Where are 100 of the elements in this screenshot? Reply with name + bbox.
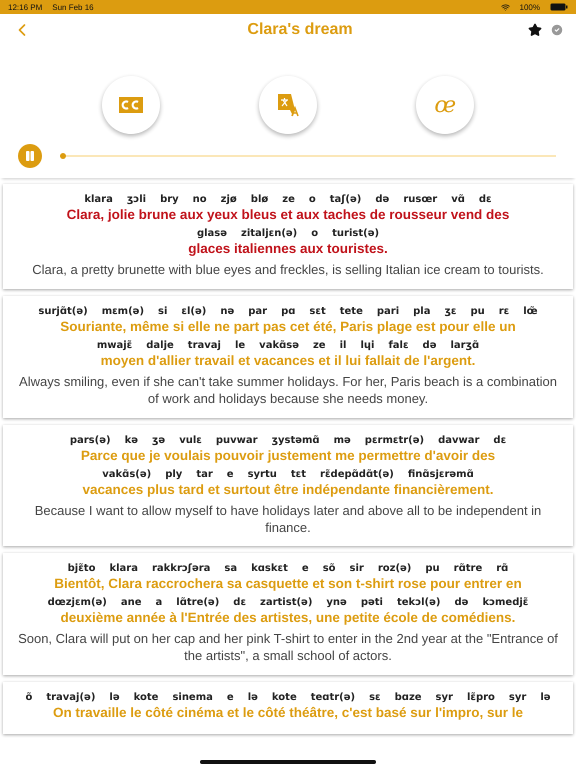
phonetic-word: teɑtr(ə): [310, 692, 356, 704]
phonetic-word: lə: [248, 692, 258, 704]
phonetic-word: le: [234, 340, 246, 351]
phonetic-word: õ: [25, 692, 32, 704]
phonetic-word: puvwar: [216, 434, 258, 446]
phonetic-word: sa: [224, 563, 238, 574]
phonetic-word: dɛ: [493, 434, 506, 446]
phonetic-word: vakɑ̃s(ə): [102, 468, 152, 480]
phonetic-word: pari: [376, 306, 400, 317]
phonetic-word: syr: [508, 692, 526, 704]
sentence-card[interactable]: õ travaj(ə) lə kote sinema e lə kote teɑtr(ə) sɛ bɑze syr lɛ̃pro syr lə On travaille le côté cinéma et le côté théâtre, c'est basé sur l'impro, sur le: [3, 682, 573, 734]
phonetic-word: larʒɑ̃: [450, 340, 480, 351]
phonetic-word: mwajɛ̃: [96, 340, 132, 351]
phonetic-word: mə: [334, 434, 351, 446]
phonetic-word: kɑskɛt: [251, 563, 288, 574]
wifi-icon: [500, 2, 510, 12]
phonetic-word: surjɑ̃t(ə): [38, 306, 88, 317]
phonetic-word: kote: [134, 692, 158, 704]
english-translation: Always smiling, even if she can't take summer holidays. For her, Paris beach is a combination of work and holidays because she needs money.: [18, 374, 558, 408]
phonetic-word: e: [302, 563, 309, 574]
phonetic-word: kɔmedjɛ̃: [482, 597, 528, 608]
phonetic-word: dɛ: [233, 597, 246, 608]
phonetic-word: rɑ̃: [496, 563, 508, 574]
phonetic-word: falɛ: [388, 340, 409, 351]
phonetic-word: bry: [160, 194, 179, 205]
battery-icon: [550, 3, 568, 11]
favorite-button[interactable]: [528, 23, 542, 37]
phonetic-word: e: [226, 692, 234, 704]
phonetic-word: davwar: [438, 434, 480, 446]
check-circle-icon: [550, 23, 564, 37]
phonetic-word: syr: [436, 692, 453, 704]
sentence-card[interactable]: [3, 424, 573, 546]
french-sentence: deuxième année à l'Entrée des artistes, une petite école de comédiens.: [60, 610, 516, 626]
phonetic-word: dɛ: [478, 194, 492, 205]
phonetic-word: ze: [282, 194, 295, 205]
phonetic-word: roz(ə): [378, 563, 412, 574]
phonetic-word: a: [156, 597, 162, 608]
phonetic-word: finɑ̃sjɛrəmɑ̃: [408, 468, 474, 480]
french-sentence: glaces italiennes aux touristes.: [188, 241, 388, 256]
captions-button[interactable]: [102, 76, 160, 134]
phonetic-word: sõ: [322, 563, 336, 574]
status-time: 12:16 PM: [8, 2, 42, 12]
battery-level: 100%: [520, 2, 540, 12]
translate-button[interactable]: [258, 76, 317, 134]
status-date: Sun Feb 16: [52, 2, 94, 12]
phonetic-word: tete: [340, 306, 363, 317]
phonetic-word: klara: [109, 563, 138, 574]
phonetic-word: lœ̃: [523, 306, 538, 317]
phonetic-word: glasə: [196, 228, 228, 239]
french-sentence: moyen d'allier travail et vacances et il lui fallait de l'argent.: [100, 352, 476, 368]
phonetic-word: pars(ə): [70, 434, 111, 446]
phonetic-word: ply: [165, 468, 182, 480]
phonetic-word: ʒə: [152, 434, 166, 446]
phonetic-word: ʒɔli: [126, 194, 146, 205]
phonetic-word: klara: [84, 194, 113, 205]
slider-thumb[interactable]: [60, 153, 66, 159]
pause-icon: [24, 150, 36, 162]
phonetic-word: rusœr: [403, 194, 438, 205]
phonetic-word: ane: [120, 597, 142, 608]
phonetic-word: o: [308, 194, 316, 205]
phonetic-word: pu: [470, 306, 485, 317]
phonetic-word: ynə: [326, 597, 347, 608]
star-icon: [528, 23, 542, 37]
french-sentence: Bientôt, Clara raccrochera sa casquette et son t-shirt rose pour entrer en: [54, 576, 522, 592]
sentence-card[interactable]: [3, 296, 573, 418]
phonetic-word: sinema: [172, 692, 213, 704]
phonetic-word: vulɛ: [179, 434, 202, 446]
phonetic-word: rɛ: [498, 306, 510, 317]
french-sentence: Parce que je voulais pouvoir justement me permettre d'avoir des: [80, 448, 496, 463]
sentence-card[interactable]: [3, 184, 573, 289]
phonetic-word: sir: [350, 563, 364, 574]
phonetic-word: pɛrmɛtr(ə): [364, 434, 424, 446]
phonetic-word: bjɛ̃to: [68, 563, 96, 574]
phonetic-word: lɛ̃pro: [466, 692, 495, 704]
phonetic-word: lə: [109, 692, 120, 704]
phonetic-word: rakkrɔʃəra: [152, 563, 210, 574]
french-sentence: On travaille le côté cinéma et le côté théâtre, c'est basé sur l'impro, sur le: [52, 705, 524, 720]
phonetic-word: syrtu: [248, 468, 277, 480]
phonetic-word: nə: [220, 306, 234, 317]
phonetic-word: travaj(ə): [46, 692, 96, 704]
phonetic-word: tar: [196, 468, 213, 480]
pause-button[interactable]: [18, 144, 42, 168]
phonetic-word: də: [375, 194, 390, 205]
english-translation: Because I want to allow myself to have holidays later and above all to be independent in finance.: [34, 502, 542, 536]
screen-title: Clara's dream: [246, 21, 354, 39]
french-sentence: Souriante, même si elle ne part pas cet été, Paris plage est pour elle un: [60, 318, 516, 334]
phonetic-word: mɛm(ə): [102, 306, 144, 317]
phonetic-word: taʃ(ə): [330, 194, 362, 205]
phonetic-word: də: [422, 340, 436, 351]
phonetic-word: vɑ̃: [451, 194, 465, 205]
phonetic-word: rɑ̃tre: [454, 563, 482, 574]
phonetic-word: si: [158, 306, 168, 317]
phonetic-word: ɛl(ə): [181, 306, 206, 317]
phonetic-word: də: [454, 597, 468, 608]
done-button[interactable]: [550, 23, 564, 37]
phonetic-word: rɛ̃depɑ̃dɑ̃t(ə): [320, 468, 394, 480]
english-translation: Clara, a pretty brunette with blue eyes and freckles, is selling Italian ice cream to tourists.: [32, 262, 544, 279]
sentence-card[interactable]: [3, 553, 573, 676]
phonetic-word: il: [340, 340, 346, 351]
phonetic-word: ʒystəmɑ̃: [272, 434, 320, 446]
